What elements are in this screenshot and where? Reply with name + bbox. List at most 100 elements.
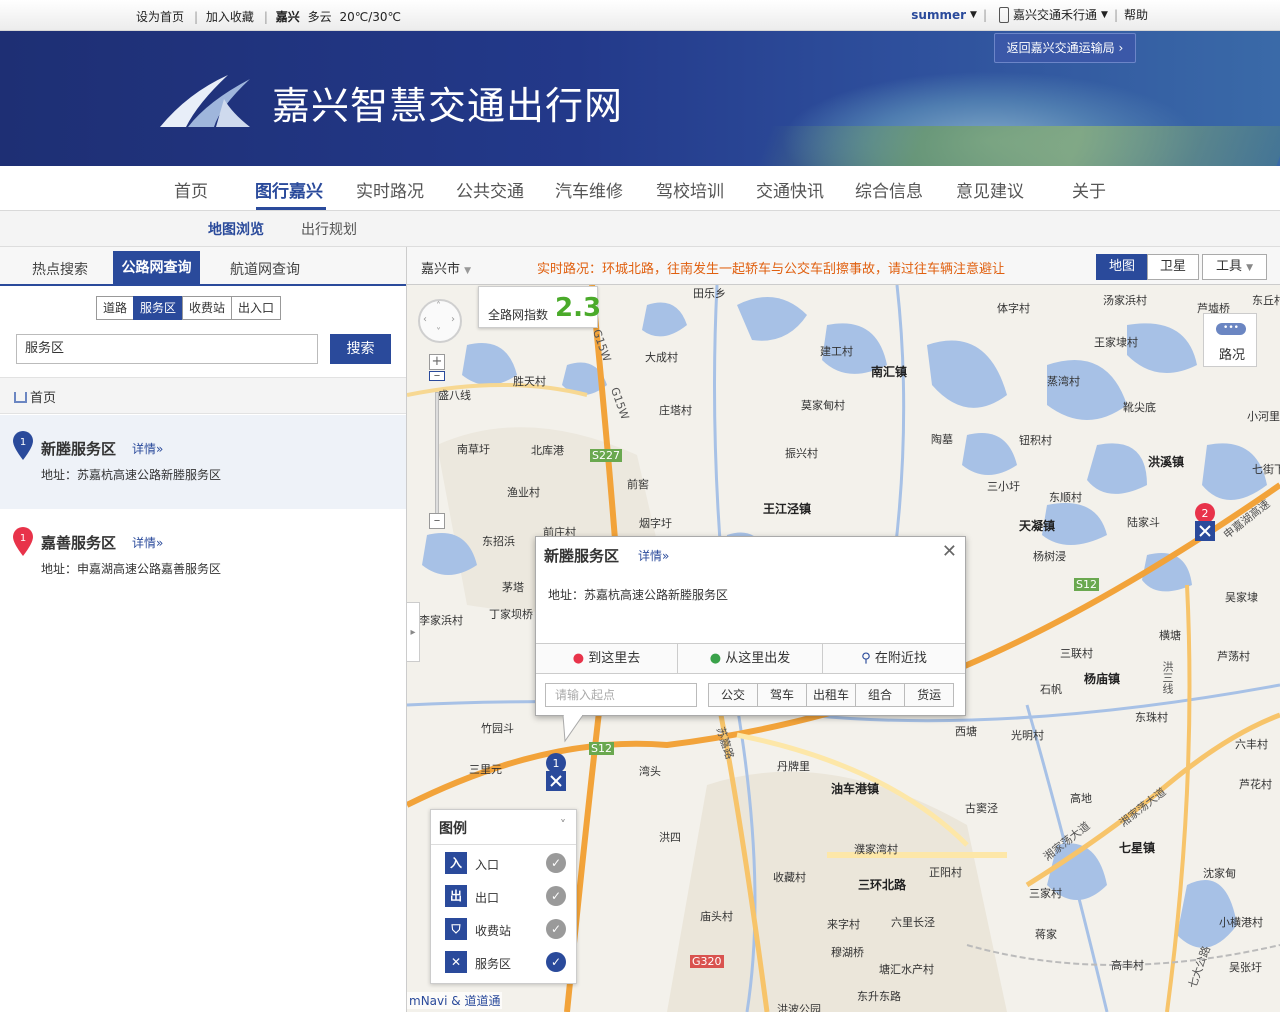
service-area-icon: ✕ — [445, 951, 467, 973]
search-input[interactable]: 服务区 — [16, 334, 318, 364]
nav-home[interactable]: 首页 — [174, 177, 208, 202]
check-icon: ✓ — [546, 919, 566, 939]
back-to-bureau-button[interactable]: 返回嘉兴交通运输局 › — [994, 33, 1136, 63]
search-nearby-button[interactable]: ⚲ 在附近找 — [823, 644, 965, 674]
subnav-trip-plan[interactable]: 出行规划 — [301, 219, 357, 239]
nav-traffic[interactable]: 实时路况 — [356, 177, 424, 202]
place-label: 塘汇水产村 — [879, 963, 934, 976]
legend-item-service[interactable]: ✕ 服务区 ✓ — [445, 951, 570, 975]
traffic-layer-button[interactable]: ••• 路况 — [1203, 313, 1257, 367]
place-label: 三小圩 — [987, 480, 1020, 493]
nav-map[interactable]: 图行嘉兴 — [255, 177, 323, 202]
chevron-down-icon[interactable]: ˅ — [560, 818, 566, 832]
subnav-map-browse[interactable]: 地图浏览 — [208, 219, 264, 239]
seg-road[interactable]: 道路 — [96, 296, 135, 320]
mode-combined[interactable]: 组合 — [855, 683, 906, 707]
map-pin-icon: 1 — [13, 431, 33, 460]
mode-drive[interactable]: 驾车 — [757, 683, 808, 707]
traffic-news-ticker[interactable]: 实时路况：环城北路，往南发生一起轿车与公交车刮擦事故，请过往车辆注意避让 — [537, 258, 1005, 277]
check-icon: ✓ — [546, 853, 566, 873]
nav-driving-school[interactable]: 驾校培训 — [656, 177, 724, 202]
start-here-button[interactable]: ● 从这里出发 — [678, 644, 823, 674]
city-name: 嘉兴 — [275, 10, 300, 24]
result-detail-link[interactable]: 详情» — [132, 440, 163, 457]
legend-item-toll[interactable]: ⛉ 收费站 ✓ — [445, 918, 570, 942]
popup-detail-link[interactable]: 详情» — [638, 547, 669, 564]
result-name[interactable]: 新塍服务区 — [41, 438, 116, 459]
collapse-panel-button[interactable]: ▸ — [407, 602, 420, 662]
svg-text:2: 2 — [1202, 507, 1209, 520]
result-item[interactable]: 1 嘉善服务区 详情» 地址：申嘉湖高速公路嘉善服务区 — [0, 509, 406, 603]
search-button[interactable]: 搜索 — [330, 334, 391, 364]
legend-item-entrance[interactable]: 入入口 ✓ — [445, 852, 570, 876]
mode-freight[interactable]: 货运 — [904, 683, 955, 707]
map-pin-icon: 1 — [13, 527, 33, 556]
place-label: 渔业村 — [507, 486, 540, 499]
place-label: 蒸湾村 — [1047, 375, 1080, 388]
category-segment: 道路 服务区 收费站 出入口 — [96, 296, 282, 320]
network-index-value: 2.3 — [555, 293, 602, 323]
nav-info[interactable]: 综合信息 — [855, 177, 923, 202]
tab-hot-search[interactable]: 热点搜索 — [32, 259, 88, 279]
place-label: 横塘 — [1159, 629, 1181, 642]
place-label: 洪溪镇 — [1148, 455, 1185, 469]
place-label: 东招浜 — [482, 535, 515, 548]
zoom-handle[interactable]: – — [429, 369, 445, 382]
road-label: 洪三线 — [1161, 661, 1174, 694]
add-favorite-link[interactable]: 加入收藏 — [206, 10, 254, 24]
service-area-marker[interactable]: 1 — [544, 753, 568, 793]
chevron-down-icon[interactable]: ▼ — [970, 10, 977, 20]
map-area[interactable]: 田乐乡 大成村 胜天村 建工村 南汇镇 庄塔村 盛八线 南草圩 北库港 莫家甸村… — [407, 247, 1280, 1012]
mode-bus[interactable]: 公交 — [708, 683, 759, 707]
result-detail-link[interactable]: 详情» — [132, 534, 163, 551]
zoom-slider[interactable] — [435, 392, 439, 517]
result-name[interactable]: 嘉善服务区 — [41, 532, 116, 553]
svg-text:1: 1 — [20, 533, 26, 544]
nav-feedback[interactable]: 意见建议 — [956, 177, 1024, 202]
close-icon[interactable]: ✕ — [942, 541, 957, 562]
pan-control[interactable]: ˄ ˅ ‹ › — [418, 299, 462, 343]
map-toolbar: 嘉兴市 ▼ 实时路况：环城北路，往南发生一起轿车与公交车刮擦事故，请过往车辆注意… — [407, 247, 1280, 285]
help-link[interactable]: 帮助 — [1124, 6, 1148, 23]
origin-input[interactable]: 请输入起点 — [545, 683, 697, 707]
go-here-button[interactable]: ● 到这里去 — [536, 644, 678, 674]
nav-traffic-news[interactable]: 交通快讯 — [756, 177, 824, 202]
tab-highway-query[interactable]: 公路网查询 — [113, 251, 200, 286]
seg-entrance[interactable]: 出入口 — [231, 296, 282, 320]
set-home-link[interactable]: 设为首页 — [136, 10, 184, 24]
breadcrumb: 首页 — [0, 377, 406, 414]
left-panel: 热点搜索 公路网查询 航道网查询 道路 服务区 收费站 出入口 服务区 搜索 首… — [0, 247, 407, 1012]
place-label: 洪四 — [659, 831, 681, 844]
seg-toll-station[interactable]: 收费站 — [182, 296, 233, 320]
app-link[interactable]: 嘉兴交通禾行通 — [1013, 6, 1097, 23]
place-label: 东珠村 — [1135, 711, 1168, 724]
tab-waterway-query[interactable]: 航道网查询 — [230, 259, 300, 279]
network-index-label: 全路网指数 — [488, 308, 549, 322]
satellite-mode-button[interactable]: 卫星 — [1147, 254, 1199, 280]
place-label: 芦荡村 — [1217, 650, 1250, 663]
place-label: 南草圩 — [457, 443, 490, 456]
nav-car-repair[interactable]: 汽车维修 — [555, 177, 623, 202]
nav-public-transport[interactable]: 公共交通 — [456, 177, 524, 202]
svg-text:1: 1 — [553, 757, 560, 770]
service-area-marker[interactable]: 2 — [1193, 503, 1217, 543]
user-menu[interactable]: summer — [911, 8, 966, 22]
place-label: 盛八线 — [438, 389, 471, 402]
breadcrumb-home[interactable]: 首页 — [30, 391, 56, 406]
phone-icon — [999, 6, 1009, 23]
city-selector[interactable]: 嘉兴市 ▼ — [421, 258, 471, 277]
nav-about[interactable]: 关于 — [1072, 177, 1106, 202]
seg-service-area[interactable]: 服务区 — [133, 296, 184, 320]
mode-taxi[interactable]: 出租车 — [806, 683, 857, 707]
weather-text: 多云 — [307, 10, 332, 24]
chevron-down-icon[interactable]: ▼ — [1101, 10, 1108, 20]
map-mode-button[interactable]: 地图 — [1096, 254, 1148, 280]
place-label: 李家浜村 — [419, 614, 463, 627]
legend-item-exit[interactable]: 出出口 ✓ — [445, 885, 570, 909]
place-label: 西塘 — [955, 725, 977, 738]
result-item[interactable]: 1 新塍服务区 详情» 地址：苏嘉杭高速公路新塍服务区 — [0, 415, 406, 509]
tools-dropdown[interactable]: 工具 ▼ — [1202, 254, 1267, 280]
home-icon[interactable] — [14, 392, 27, 403]
place-label: 靴尖底 — [1123, 401, 1156, 414]
zoom-out-button[interactable]: – — [429, 513, 445, 529]
